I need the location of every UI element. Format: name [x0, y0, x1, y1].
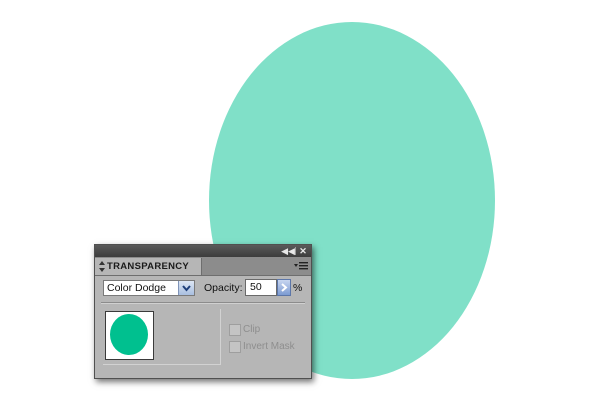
tab-transparency[interactable]: TRANSPARENCY: [95, 258, 202, 275]
clip-checkbox[interactable]: [229, 324, 241, 336]
panel-titlebar[interactable]: ◀◀ ✕: [95, 245, 311, 257]
panel-menu-icon[interactable]: [294, 260, 308, 272]
thumbnail-shape: [110, 314, 148, 355]
stepper-arrow-icon[interactable]: [277, 279, 291, 296]
blend-mode-dropdown[interactable]: Color Dodge: [103, 280, 195, 296]
dropdown-arrow-icon[interactable]: [178, 281, 194, 295]
tab-arrows-icon: [99, 261, 105, 272]
collapse-icon[interactable]: ◀◀: [281, 245, 295, 257]
opacity-unit: %: [293, 282, 303, 294]
opacity-label: Opacity:: [204, 282, 243, 294]
clip-label: Clip: [243, 324, 261, 335]
opacity-input[interactable]: 50: [245, 279, 277, 296]
transparency-panel: ◀◀ ✕ TRANSPARENCY Color Dodge Opacity: 5…: [94, 244, 312, 379]
close-icon[interactable]: ✕: [296, 245, 310, 257]
tab-label: TRANSPARENCY: [107, 261, 190, 272]
blend-mode-value: Color Dodge: [107, 282, 166, 294]
invert-mask-label: Invert Mask: [243, 341, 295, 352]
thumbnail-area: [103, 309, 221, 365]
object-thumbnail[interactable]: [105, 311, 154, 360]
panel-tab-row: TRANSPARENCY: [95, 257, 311, 276]
panel-divider: [101, 302, 305, 304]
invert-mask-checkbox[interactable]: [229, 341, 241, 353]
